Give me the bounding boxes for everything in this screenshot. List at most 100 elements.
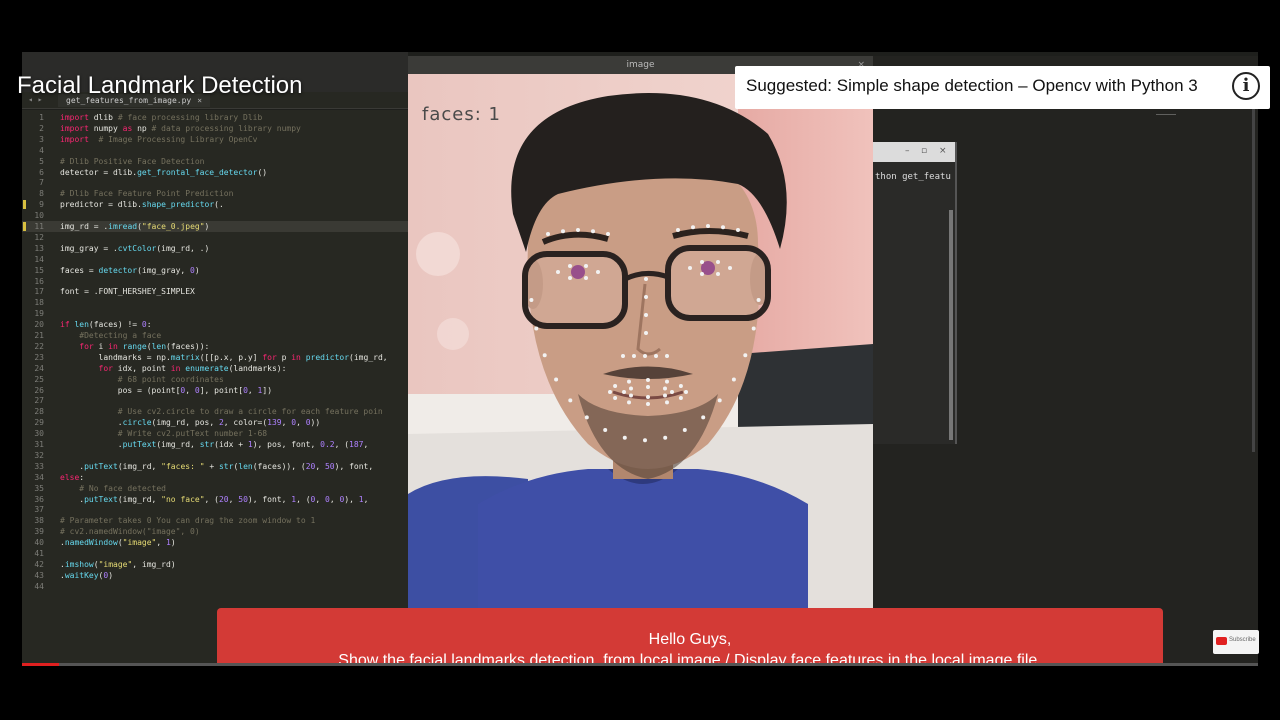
- code-line[interactable]: 6 detector = dlib.get_frontal_face_detect…: [22, 167, 408, 178]
- line-number: 14: [34, 254, 44, 264]
- subscribe-watermark[interactable]: Subscribe: [1213, 630, 1259, 654]
- landmark-dot: [700, 272, 704, 276]
- close-icon[interactable]: ×: [939, 146, 947, 156]
- code-line[interactable]: 16: [22, 276, 408, 287]
- code-line[interactable]: 2 import numpy as np # data processing li…: [22, 123, 408, 134]
- video-frame[interactable]: ◂ ▸ get_features_from_image.py × 1 import …: [22, 52, 1258, 666]
- landmark-dot: [706, 224, 710, 228]
- code-line[interactable]: 29 .circle(img_rd, pos, 2, color=(139, 0…: [22, 417, 408, 428]
- landmark-dot: [622, 390, 626, 394]
- landmark-dot: [591, 229, 595, 234]
- landmark-dot: [561, 229, 565, 234]
- code-line[interactable]: 40 .namedWindow("image", 1): [22, 537, 408, 548]
- landmark-dot: [627, 400, 631, 405]
- code-line[interactable]: 10: [22, 210, 408, 221]
- code-line[interactable]: 28 # Use cv2.circle to draw a circle for…: [22, 406, 408, 417]
- code-line[interactable]: 42 .imshow("image", img_rd): [22, 559, 408, 570]
- code-line[interactable]: 3 import # Image Processing Library OpenC…: [22, 134, 408, 145]
- code-text: # Dlib Face Feature Point Prediction: [60, 189, 234, 199]
- line-number: 16: [34, 276, 44, 286]
- code-line[interactable]: 14: [22, 254, 408, 265]
- faces-count-label: faces: 1: [422, 104, 501, 125]
- code-line[interactable]: 26 pos = (point[0, 0], point[0, 1]): [22, 385, 408, 396]
- code-text: img_rd = .imread("face_0.jpeg"): [60, 222, 210, 231]
- landmark-dot: [556, 270, 560, 274]
- line-number: 24: [34, 363, 44, 373]
- line-number: 26: [34, 385, 44, 395]
- code-text: else:: [60, 472, 85, 482]
- code-text: # Use cv2.circle to draw a circle for ea…: [117, 407, 383, 417]
- line-number: 35: [34, 483, 44, 493]
- line-number: 12: [34, 232, 44, 242]
- code-line[interactable]: 38 # Parameter takes 0 You can drag the z…: [22, 515, 408, 526]
- maximize-icon[interactable]: ▫: [921, 146, 927, 156]
- suggested-video-card[interactable]: Suggested: Simple shape detection – Open…: [735, 66, 1270, 109]
- landmark-dot: [576, 228, 580, 232]
- code-line[interactable]: 36 .putText(img_rd, "no face", (20, 50),…: [22, 494, 408, 505]
- info-icon[interactable]: i: [1232, 72, 1260, 100]
- code-line[interactable]: 15 faces = detector(img_gray, 0): [22, 265, 408, 276]
- code-line[interactable]: 9 predictor = dlib.shape_predictor(.: [22, 199, 408, 210]
- code-text: font = .FONT_HERSHEY_SIMPLEX: [60, 287, 195, 297]
- landmark-dot: [629, 386, 633, 391]
- code-line[interactable]: 44: [22, 581, 408, 592]
- code-line[interactable]: 11 img_rd = .imread("face_0.jpeg"): [22, 221, 408, 232]
- code-line[interactable]: 22 for i in range(len(faces)):: [22, 341, 408, 352]
- code-line[interactable]: 7: [22, 177, 408, 188]
- editor-scrollbar[interactable]: [1252, 72, 1255, 452]
- landmark-dot: [663, 386, 667, 391]
- code-line[interactable]: 25 # 68 point coordinates: [22, 374, 408, 385]
- suggested-video-text[interactable]: Suggested: Simple shape detection – Open…: [746, 76, 1198, 96]
- code-line[interactable]: 17 font = .FONT_HERSHEY_SIMPLEX: [22, 286, 408, 297]
- code-line[interactable]: 27: [22, 395, 408, 406]
- landmark-dot: [603, 428, 608, 432]
- code-line[interactable]: 12: [22, 232, 408, 243]
- terminal-window[interactable]: – ▫ × thon get_featu: [873, 142, 957, 444]
- code-line[interactable]: 4: [22, 145, 408, 156]
- code-line[interactable]: 18: [22, 297, 408, 308]
- line-number: 30: [34, 429, 44, 439]
- code-line[interactable]: 30 # Write cv2.putText number 1-68: [22, 428, 408, 439]
- code-text: pos = (point[0, 0], point[0, 1]): [60, 385, 273, 395]
- video-progress-bar[interactable]: [22, 663, 1258, 666]
- code-line[interactable]: 21 #Detecting a face: [22, 330, 408, 341]
- code-line[interactable]: 41: [22, 548, 408, 559]
- code-line[interactable]: 34 else:: [22, 472, 408, 483]
- code-text: for i in range(len(faces)):: [79, 341, 210, 351]
- code-line[interactable]: 8 # Dlib Face Feature Point Prediction: [22, 188, 408, 199]
- code-text: # 68 point coordinates: [117, 374, 224, 384]
- code-line[interactable]: 20 if len(faces) != 0:: [22, 319, 408, 330]
- caption-line-1: Hello Guys,: [648, 631, 732, 648]
- code-line[interactable]: 13 img_gray = .cvtColor(img_rd, .): [22, 243, 408, 254]
- code-line[interactable]: 39 # cv2.namedWindow("image", 0): [22, 526, 408, 537]
- line-number: 18: [34, 298, 44, 308]
- landmark-dot: [665, 379, 669, 384]
- code-line[interactable]: 35 # No face detected: [22, 483, 408, 494]
- landmark-dot: [584, 276, 588, 280]
- landmark-dot: [700, 260, 704, 264]
- code-line[interactable]: 19: [22, 308, 408, 319]
- code-line[interactable]: 32: [22, 450, 408, 461]
- code-line[interactable]: 1 import dlib # face processing library D…: [22, 112, 408, 123]
- landmark-dot: [608, 390, 612, 394]
- code-text: .waitKey(0): [60, 570, 114, 580]
- code-line[interactable]: 31 .putText(img_rd, str(idx + 1), pos, f…: [22, 439, 408, 450]
- video-progress-fill: [22, 663, 60, 666]
- landmark-dot: [613, 384, 618, 388]
- minimize-icon[interactable]: –: [905, 146, 910, 156]
- terminal-scrollbar[interactable]: [949, 210, 953, 440]
- line-number: 33: [34, 461, 44, 471]
- youtube-logo-icon: [1216, 637, 1227, 645]
- line-number: 21: [34, 331, 44, 340]
- code-line[interactable]: 5 # Dlib Positive Face Detection: [22, 156, 408, 167]
- code-editor[interactable]: 1 import dlib # face processing library D…: [22, 110, 408, 666]
- code-line[interactable]: 37: [22, 504, 408, 515]
- code-line[interactable]: 23 landmarks = np.matrix([[p.x, p.y] for…: [22, 352, 408, 363]
- code-text: for idx, point in enumerate(landmarks):: [98, 363, 287, 373]
- code-line[interactable]: 43 .waitKey(0): [22, 570, 408, 581]
- code-text: .imshow("image", img_rd): [60, 559, 176, 569]
- video-title[interactable]: Facial Landmark Detection: [17, 72, 302, 100]
- code-line[interactable]: 24 for idx, point in enumerate(landmarks…: [22, 363, 408, 374]
- code-line[interactable]: 33 .putText(img_rd, "faces: " + str(len(…: [22, 461, 408, 472]
- line-number: 22: [34, 341, 44, 351]
